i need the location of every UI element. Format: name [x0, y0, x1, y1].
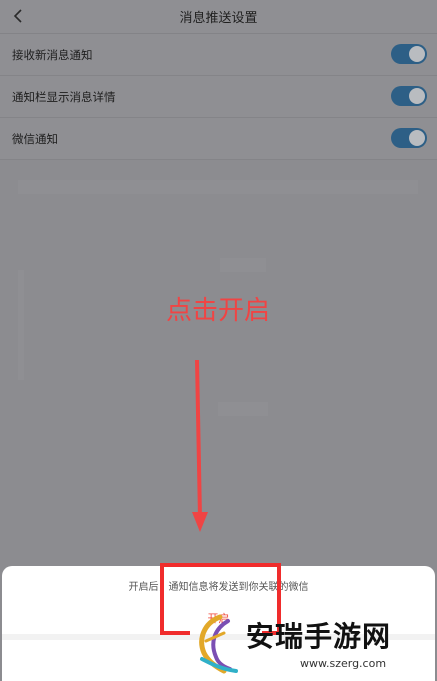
watermark: 安瑞手游网 www.szerg.com: [190, 605, 435, 679]
background-shape: [218, 402, 268, 416]
page-title: 消息推送设置: [179, 11, 258, 26]
annotation-hint: 点击开启: [166, 296, 271, 326]
notification-detail-toggle[interactable]: [391, 86, 427, 106]
watermark-title: 安瑞手游网: [246, 620, 392, 653]
new-message-toggle[interactable]: [391, 44, 427, 64]
arrow-down-icon: [192, 360, 208, 532]
background-shape: [18, 270, 24, 380]
settings-list: 接收新消息通知 通知栏显示消息详情 微信通知: [0, 34, 437, 160]
setting-label: 微信通知: [12, 131, 58, 146]
highlight-box-edge: [160, 631, 190, 635]
brand-logo-icon: [199, 614, 238, 674]
wechat-toggle[interactable]: [391, 128, 427, 148]
background-shape: [220, 258, 266, 272]
back-button[interactable]: [8, 5, 30, 27]
background-shape: [18, 180, 418, 194]
navigation-bar: 消息推送设置: [0, 0, 437, 34]
chevron-left-icon: [13, 9, 22, 23]
setting-row-notification-detail: 通知栏显示消息详情: [0, 76, 437, 118]
setting-row-wechat: 微信通知: [0, 118, 437, 160]
setting-label: 接收新消息通知: [12, 47, 93, 62]
watermark-url: www.szerg.com: [300, 657, 387, 670]
setting-label: 通知栏显示消息详情: [12, 89, 116, 104]
setting-row-new-message: 接收新消息通知: [0, 34, 437, 76]
